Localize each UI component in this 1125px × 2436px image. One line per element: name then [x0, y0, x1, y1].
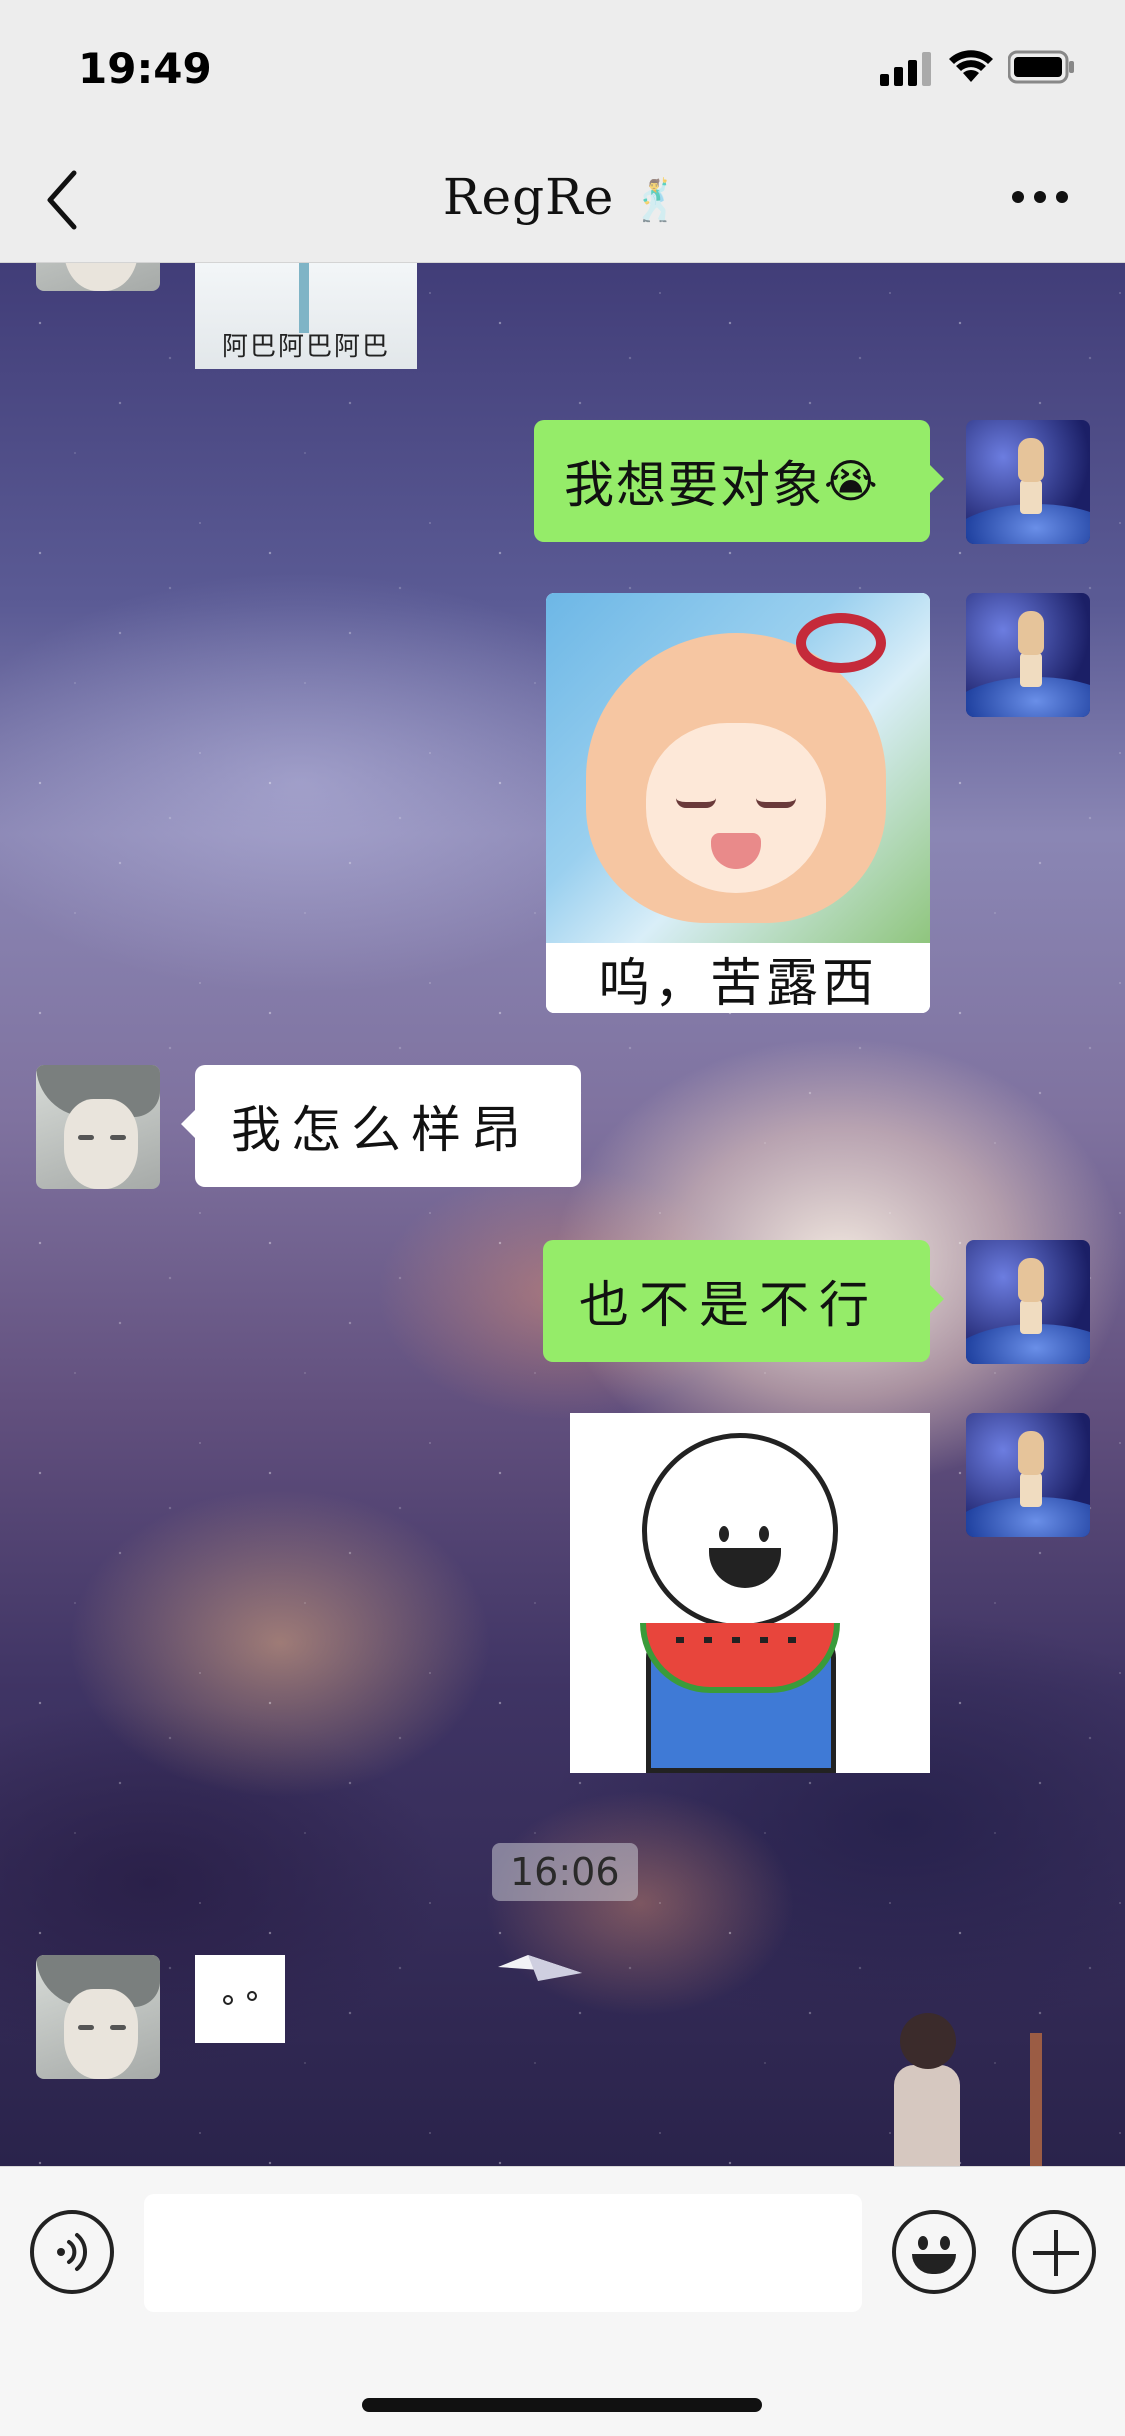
sticker-message[interactable]: 呜，苦露西	[546, 593, 930, 1013]
my-avatar[interactable]	[966, 420, 1090, 544]
message-list[interactable]: 阿巴阿巴阿巴 我想要对象 😭 呜，苦露西 我怎么样昂 也不是不行 16:06	[0, 263, 1125, 2166]
friend-avatar[interactable]	[36, 1955, 160, 2079]
chat-title: RegRe 🕺	[0, 168, 1125, 226]
sticker-message[interactable]	[195, 1955, 285, 2043]
paper-plane-icon	[498, 1955, 582, 1981]
received-text-bubble[interactable]: 我怎么样昂	[181, 1065, 581, 1187]
my-avatar[interactable]	[966, 593, 1090, 717]
emoji-button[interactable]	[892, 2210, 976, 2294]
background-post	[1030, 2033, 1042, 2166]
sticker-message[interactable]: 阿巴阿巴阿巴	[195, 263, 417, 369]
status-time: 19:49	[78, 44, 212, 93]
friend-avatar[interactable]	[36, 1065, 160, 1189]
message-input[interactable]	[144, 2194, 862, 2312]
wifi-icon	[949, 50, 993, 82]
voice-icon	[57, 2233, 88, 2271]
message-text: 也不是不行	[579, 1276, 879, 1334]
my-avatar[interactable]	[966, 1413, 1090, 1537]
message-text: 我想要对象	[564, 456, 824, 514]
message-emoji: 😭	[824, 454, 880, 508]
background-figure	[840, 2013, 960, 2166]
battery-icon	[1008, 50, 1074, 84]
home-indicator	[362, 2398, 762, 2412]
emoji-icon	[918, 2236, 928, 2250]
sticker-message[interactable]	[570, 1413, 930, 1773]
chat-title-text: RegRe	[442, 168, 615, 226]
friend-avatar[interactable]	[36, 263, 160, 291]
message-text: 我怎么样昂	[231, 1101, 531, 1159]
sticker-caption: 呜，苦露西	[546, 943, 930, 1013]
more-icon[interactable]	[1010, 185, 1070, 209]
my-avatar[interactable]	[966, 1240, 1090, 1364]
top-bar: 19:49 RegRe 🕺	[0, 0, 1125, 263]
sticker-caption: 阿巴阿巴阿巴	[221, 332, 390, 362]
sent-text-bubble[interactable]: 我想要对象 😭	[534, 420, 944, 542]
time-divider: 16:06	[492, 1843, 638, 1901]
signal-icon	[880, 52, 931, 86]
add-button[interactable]	[1012, 2210, 1096, 2294]
voice-button[interactable]	[30, 2210, 114, 2294]
sent-text-bubble[interactable]: 也不是不行	[543, 1240, 944, 1362]
chat-title-emoji: 🕺	[631, 178, 683, 224]
